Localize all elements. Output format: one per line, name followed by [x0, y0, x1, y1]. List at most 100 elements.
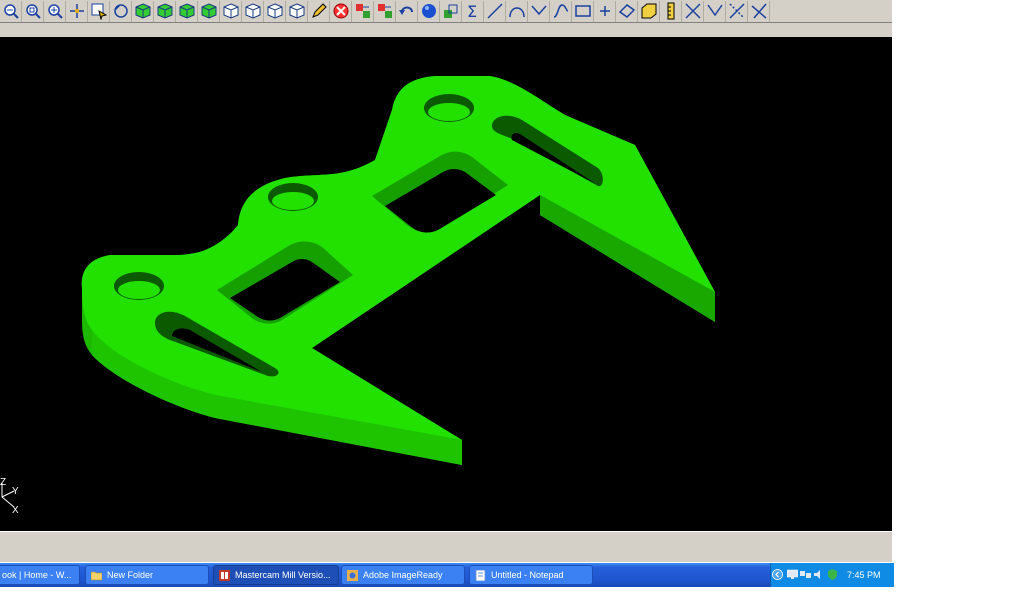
zoom-out-icon: [3, 4, 19, 19]
ruler-icon: [667, 2, 674, 20]
toolbar-button-spline[interactable]: [550, 0, 572, 22]
toolbar-button-point[interactable]: [594, 0, 616, 22]
toolbar-button-view-iso[interactable]: [198, 0, 220, 22]
taskbar-item-label: Mastercam Mill Versio...: [235, 570, 331, 580]
undo-icon: [398, 6, 413, 15]
notepad-icon: [475, 569, 486, 581]
toolbar-button-trim-v[interactable]: [704, 0, 726, 22]
point-icon: [599, 6, 610, 16]
prompt-area: [0, 531, 892, 562]
spline-icon: [553, 4, 568, 18]
view-iso-icon: [201, 3, 216, 19]
hole-1-bottom: [118, 281, 160, 299]
toolbar-button-delete[interactable]: [330, 0, 352, 22]
zoom-in-icon: [47, 4, 63, 19]
taskbar-item-new-folder[interactable]: New Folder: [85, 565, 209, 585]
toolbar-button-arc[interactable]: [506, 0, 528, 22]
solid-icon: [641, 3, 656, 19]
axis-y-label: Y: [12, 486, 19, 497]
toolbar-button-sigma[interactable]: Σ: [462, 0, 484, 22]
level-icon: [443, 4, 457, 18]
show-hidden-icon[interactable]: [772, 569, 783, 580]
view-side-icon: [179, 3, 194, 19]
toolbar-button-unzoom[interactable]: [110, 0, 132, 22]
toolbar-button-cube-view-2[interactable]: [242, 0, 264, 22]
sigma-icon: Σ: [467, 2, 477, 20]
graphics-viewport[interactable]: Z Y X: [0, 37, 892, 531]
toolbar-button-rectangle[interactable]: [572, 0, 594, 22]
part-model: [81, 76, 715, 465]
toolbar-button-multi-select[interactable]: [374, 0, 396, 22]
taskbar-item-mastercam[interactable]: Mastercam Mill Versio...: [213, 565, 339, 585]
pencil-icon: [311, 3, 327, 18]
toolbar-button-solid[interactable]: [638, 0, 660, 22]
axis-z-label: Z: [0, 477, 7, 488]
toolbar-button-pan[interactable]: [66, 0, 88, 22]
trim-v-icon: [706, 4, 723, 17]
toolbar-button-plane[interactable]: [616, 0, 638, 22]
hole-2-bottom: [272, 192, 314, 210]
hole-3-bottom: [428, 103, 470, 121]
sphere-icon: [421, 4, 436, 18]
mastercam-icon: [219, 569, 230, 581]
unzoom-icon: [113, 4, 128, 18]
taskbar-item-label: Adobe ImageReady: [363, 570, 443, 580]
fillet-icon: [530, 5, 547, 16]
clock: 7:45 PM: [847, 570, 881, 580]
toolbar-button-ruler[interactable]: [660, 0, 682, 22]
plane-icon: [618, 4, 635, 18]
taskbar: ook | Home - W... New Folder Mastercam M…: [0, 563, 894, 587]
toolbar-button-view-top[interactable]: [132, 0, 154, 22]
toolbar-button-level[interactable]: [440, 0, 462, 22]
toolbar-button-trim-cross[interactable]: [748, 0, 770, 22]
toolbar-button-cube-view-1[interactable]: [220, 0, 242, 22]
multi-select-icon: [377, 4, 392, 18]
select-icon: [91, 3, 107, 20]
zoom-window-icon: [25, 4, 41, 19]
trim-cross-icon: [751, 3, 767, 19]
toolbar-button-zoom-in[interactable]: [44, 0, 66, 22]
toolbar-button-view-side[interactable]: [176, 0, 198, 22]
toolbar-button-zoom-out[interactable]: [0, 0, 22, 22]
toolbar-button-pencil[interactable]: [308, 0, 330, 22]
toolbar-button-sphere[interactable]: [418, 0, 440, 22]
taskbar-item-notepad[interactable]: Untitled - Notepad: [469, 565, 593, 585]
cube-view-2-icon: [245, 3, 260, 19]
cube-view-4-icon: [289, 3, 304, 19]
trim-dotted-icon: [728, 3, 745, 19]
trim-x-icon: [684, 3, 701, 19]
delete-icon: [333, 3, 348, 19]
toolbar-button-fillet[interactable]: [528, 0, 550, 22]
view-top-icon: [135, 3, 150, 19]
cube-view-1-icon: [223, 3, 238, 19]
pan-icon: [69, 4, 84, 18]
view-front-icon: [157, 3, 172, 19]
toolbar-button-view-front[interactable]: [154, 0, 176, 22]
svg-text:Σ: Σ: [467, 2, 477, 20]
security-icon[interactable]: [827, 569, 838, 580]
toolbar-button-trim-dotted[interactable]: [726, 0, 748, 22]
line-icon: [486, 3, 503, 19]
folder-icon: [91, 571, 102, 580]
toolbar-button-transform[interactable]: [352, 0, 374, 22]
toolbar-button-line[interactable]: [484, 0, 506, 22]
toolbar-button-cube-view-4[interactable]: [286, 0, 308, 22]
taskbar-item-label: Untitled - Notepad: [491, 570, 564, 580]
toolbar-button-trim-x[interactable]: [682, 0, 704, 22]
cube-view-3-icon: [267, 3, 282, 19]
toolbar-strip: [0, 23, 892, 37]
toolbar-button-zoom-window[interactable]: [22, 0, 44, 22]
rectangle-icon: [574, 5, 591, 17]
imageready-icon: [347, 569, 358, 581]
volume-icon[interactable]: [813, 569, 824, 580]
toolbar-button-select[interactable]: [88, 0, 110, 22]
taskbar-item-imageready[interactable]: Adobe ImageReady: [341, 565, 465, 585]
network-icon[interactable]: [800, 569, 811, 580]
taskbar-item-label: ook | Home - W...: [2, 570, 72, 580]
taskbar-item-browser[interactable]: ook | Home - W...: [0, 565, 80, 585]
taskbar-item-label: New Folder: [107, 570, 154, 580]
toolbar-button-cube-view-3[interactable]: [264, 0, 286, 22]
toolbar-button-undo[interactable]: [396, 0, 418, 22]
main-toolbar: Σ: [0, 0, 892, 23]
display-icon[interactable]: [787, 569, 798, 580]
